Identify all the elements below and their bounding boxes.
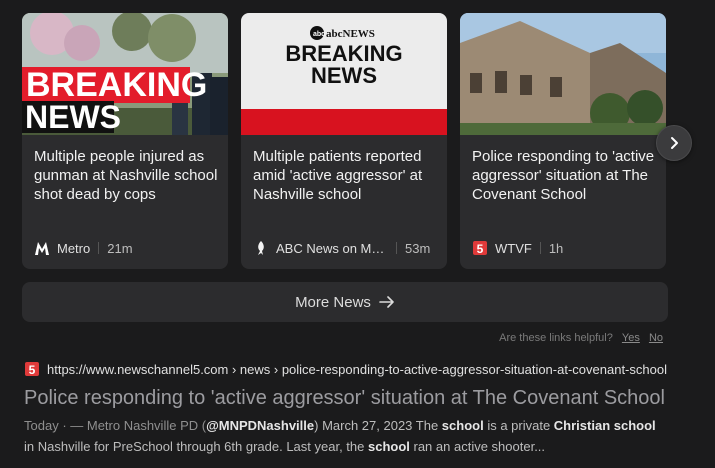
- arrow-right-icon: [379, 296, 394, 308]
- news-card[interactable]: BREAKING NEWS Multiple people injured as…: [22, 13, 228, 269]
- snippet-text: is a private: [483, 418, 554, 433]
- meta-divider: [98, 242, 100, 254]
- svg-text:abc: abc: [313, 31, 325, 38]
- news-time: 1h: [548, 240, 564, 256]
- news-headline[interactable]: Multiple people injured as gunman at Nas…: [34, 147, 218, 204]
- snippet-text: ran an active shooter...: [409, 439, 546, 454]
- news-source: ABC News on MSN: [276, 240, 388, 256]
- meta-divider: [396, 242, 397, 254]
- snippet-text: ) March 27, 2023 The: [314, 418, 442, 433]
- snippet-text: in Nashville for PreSchool through 6th g…: [24, 439, 368, 454]
- news-thumbnail: BREAKING NEWS: [22, 13, 228, 135]
- news-headline[interactable]: Police responding to 'active aggressor' …: [472, 147, 656, 204]
- news-meta: ABC News on MSN 53m: [253, 239, 437, 257]
- more-news-label: More News: [295, 293, 371, 311]
- feedback-prompt: Are these links helpful? Yes No: [499, 332, 663, 344]
- news-time: 21m: [107, 240, 133, 256]
- newschannel5-favicon-icon: 5: [24, 361, 40, 377]
- svg-text:5: 5: [29, 363, 36, 377]
- thumb-brand-text: abcNEWS: [326, 28, 375, 40]
- feedback-yes-link[interactable]: Yes: [622, 332, 640, 344]
- svg-text:5: 5: [477, 242, 484, 256]
- carousel-next-button[interactable]: [656, 125, 692, 161]
- news-meta: 5 WTVF 1h: [472, 239, 656, 257]
- more-news-button[interactable]: More News: [22, 282, 668, 322]
- result-url[interactable]: https://www.newschannel5.com › news › po…: [47, 362, 667, 377]
- search-result: 5 https://www.newschannel5.com › news › …: [24, 360, 684, 457]
- news-meta: Metro 21m: [34, 239, 218, 257]
- news-source: WTVF: [495, 240, 532, 256]
- news-headline[interactable]: Multiple patients reported amid 'active …: [253, 147, 437, 204]
- snippet-bold: school: [367, 439, 410, 454]
- news-time: 53m: [405, 240, 431, 256]
- thumb-news-text: NEWS: [25, 99, 121, 135]
- meta-divider: [539, 242, 541, 254]
- result-url-row: 5 https://www.newschannel5.com › news › …: [24, 360, 684, 378]
- snippet-bold: @MNPDNashville: [206, 418, 315, 433]
- news-carousel: BREAKING NEWS Multiple people injured as…: [22, 13, 670, 269]
- feedback-question: Are these links helpful?: [499, 332, 613, 344]
- news-thumbnail: [460, 13, 666, 135]
- result-snippet: Today · — Metro Nashville PD (@MNPDNashv…: [24, 415, 664, 457]
- metro-logo-icon: [34, 240, 50, 256]
- snippet-bold: school: [441, 418, 484, 433]
- news-card[interactable]: Police responding to 'active aggressor' …: [460, 13, 666, 269]
- result-title-link[interactable]: Police responding to 'active aggressor' …: [24, 385, 669, 411]
- feedback-no-link[interactable]: No: [649, 332, 663, 344]
- news-card[interactable]: abc abcNEWS BREAKING NEWS Multiple patie…: [241, 13, 447, 269]
- abc-news-logo-icon: [253, 240, 269, 256]
- thumb-news-text: NEWS: [311, 63, 377, 88]
- news-thumbnail: abc abcNEWS BREAKING NEWS: [241, 13, 447, 135]
- snippet-bold: Christian school: [553, 418, 656, 433]
- chevron-right-icon: [671, 137, 678, 149]
- snippet-text: · — Metro Nashville PD (: [58, 418, 207, 433]
- result-date: Today: [24, 418, 59, 433]
- news-source: Metro: [57, 240, 91, 256]
- newschannel5-logo-icon: 5: [472, 240, 488, 256]
